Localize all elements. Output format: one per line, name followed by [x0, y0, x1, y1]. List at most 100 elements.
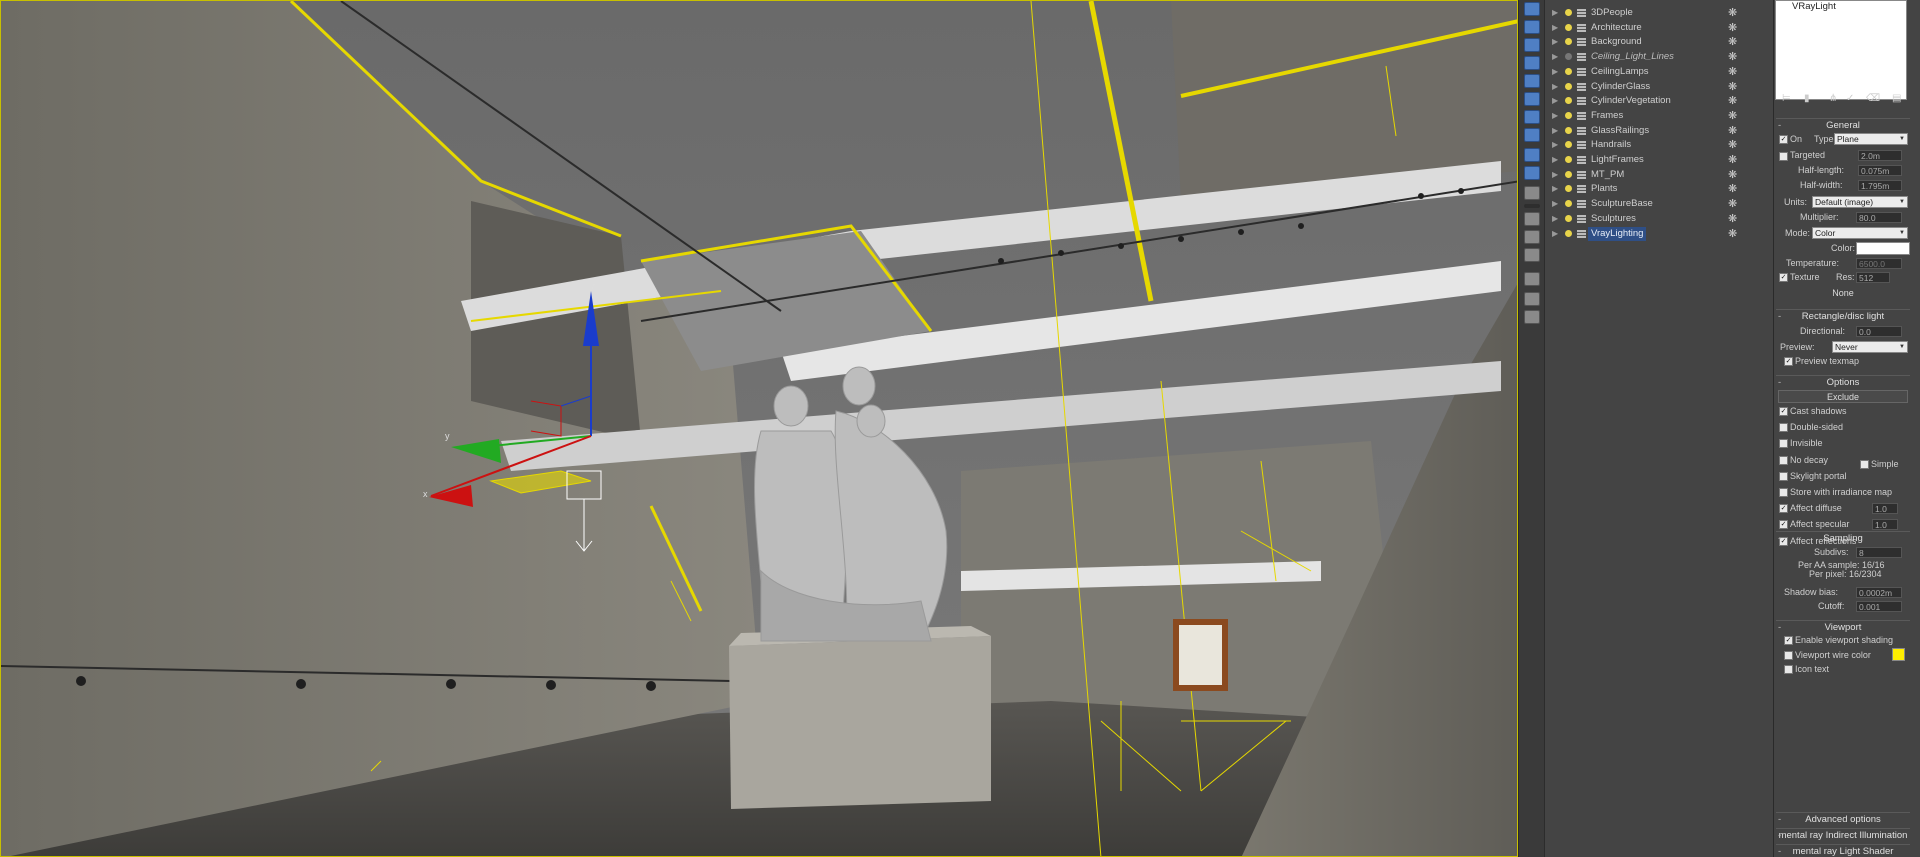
lightbulb-icon[interactable] — [1565, 82, 1572, 90]
expand-arrow-icon[interactable]: ▶ — [1552, 138, 1558, 153]
lightbulb-icon[interactable] — [1565, 141, 1572, 149]
viewport-wire-color-checkbox[interactable] — [1784, 651, 1793, 660]
option-checkbox[interactable] — [1779, 407, 1788, 416]
lightbulb-icon[interactable] — [1565, 214, 1572, 222]
layer-name[interactable]: LightFrames — [1591, 153, 1644, 168]
page-tool-icon[interactable] — [1524, 230, 1540, 244]
expand-arrow-icon[interactable]: ▶ — [1552, 153, 1558, 168]
object-list-item[interactable]: VRayLight — [1792, 1, 1836, 12]
freeze-snowflake-icon[interactable]: ❋ — [1728, 94, 1737, 109]
lightbulb-icon[interactable] — [1565, 111, 1572, 119]
type-dropdown[interactable]: Plane — [1834, 133, 1908, 145]
lightbulb-icon[interactable] — [1565, 200, 1572, 208]
viewport-scene[interactable]: x y z — [1, 1, 1518, 857]
hierarchy-tool-icon[interactable] — [1524, 74, 1540, 88]
icon-text-checkbox[interactable] — [1784, 665, 1793, 674]
lightbulb-icon[interactable] — [1565, 23, 1572, 31]
lightbulb-icon[interactable] — [1565, 170, 1572, 178]
options-header[interactable]: Options — [1776, 375, 1910, 389]
option-checkbox[interactable] — [1779, 520, 1788, 530]
freeze-snowflake-icon[interactable]: ❋ — [1728, 35, 1737, 50]
option-checkbox[interactable] — [1779, 455, 1788, 465]
expand-arrow-icon[interactable]: ▶ — [1552, 65, 1558, 80]
layer-name[interactable]: Handrails — [1591, 138, 1631, 153]
freeze-snowflake-icon[interactable]: ❋ — [1728, 50, 1737, 65]
multiplier-field[interactable]: 80.0 — [1856, 212, 1902, 223]
freeze-snowflake-icon[interactable]: ❋ — [1728, 153, 1737, 168]
perspective-viewport[interactable]: x y z — [0, 0, 1518, 857]
layer-name[interactable]: VrayLighting — [1588, 226, 1647, 242]
filter-layers-icon[interactable] — [1524, 292, 1540, 306]
layer-row[interactable]: ▶ Background ❋ — [1545, 35, 1774, 50]
option-checkbox[interactable] — [1779, 504, 1788, 514]
res-field[interactable]: 512 — [1856, 272, 1890, 283]
freeze-snowflake-icon[interactable]: ❋ — [1728, 124, 1737, 139]
freeze-snowflake-icon[interactable]: ❋ — [1728, 65, 1737, 80]
option-checkbox[interactable] — [1779, 471, 1788, 481]
shadow-bias-field[interactable]: 0.0002m — [1856, 587, 1902, 598]
preview-texmap-checkbox[interactable] — [1784, 357, 1793, 366]
layer-row[interactable]: ▶ Frames ❋ — [1545, 109, 1774, 124]
texture-checkbox[interactable] — [1779, 273, 1788, 282]
layer-name[interactable]: SculptureBase — [1591, 197, 1653, 212]
targeted-checkbox[interactable] — [1779, 152, 1788, 161]
unique-icon[interactable]: ✓ — [1846, 93, 1854, 104]
expand-arrow-icon[interactable]: ▶ — [1552, 6, 1558, 21]
list-tool-icon[interactable] — [1524, 248, 1540, 262]
option-checkbox[interactable] — [1779, 423, 1788, 433]
sync-tool-icon[interactable] — [1524, 166, 1540, 180]
expand-arrow-icon[interactable]: ▶ — [1552, 124, 1558, 139]
freeze-snowflake-icon[interactable]: ❋ — [1728, 182, 1737, 197]
layer-row[interactable]: ▶ Sculptures ❋ — [1545, 212, 1774, 227]
lightbulb-icon[interactable] — [1565, 156, 1572, 163]
expand-arrow-icon[interactable]: ▶ — [1552, 182, 1558, 197]
expand-arrow-icon[interactable]: ▶ — [1552, 212, 1558, 227]
expand-arrow-icon[interactable]: ▶ — [1552, 109, 1558, 124]
expand-arrow-icon[interactable]: ▶ — [1552, 168, 1558, 183]
layer-name[interactable]: Ceiling_Light_Lines — [1591, 50, 1674, 65]
layer-row[interactable]: ▶ Handrails ❋ — [1545, 138, 1774, 153]
expand-arrow-icon[interactable]: ▶ — [1552, 21, 1558, 36]
layer-row[interactable]: ▶ Architecture ❋ — [1545, 21, 1774, 36]
expand-arrow-icon[interactable]: ▶ — [1552, 35, 1558, 50]
freeze-snowflake-icon[interactable]: ❋ — [1728, 6, 1737, 21]
exclude-button[interactable]: Exclude — [1778, 390, 1908, 403]
group-tool-icon[interactable] — [1524, 128, 1540, 142]
layer-name[interactable]: MT_PM — [1591, 168, 1624, 183]
layer-row[interactable]: ▶ LightFrames ❋ — [1545, 153, 1774, 168]
layer-row[interactable]: ▶ MT_PM ❋ — [1545, 168, 1774, 183]
layer-name[interactable]: Frames — [1591, 109, 1623, 124]
directional-field[interactable]: 0.0 — [1856, 326, 1902, 337]
lightbulb-icon[interactable] — [1565, 53, 1572, 61]
layer-name[interactable]: Sculptures — [1591, 212, 1636, 227]
temperature-field[interactable]: 6500.0 — [1856, 258, 1902, 269]
freeze-snowflake-icon[interactable]: ❋ — [1728, 227, 1737, 242]
layer-row[interactable]: ▶ CylinderVegetation ❋ — [1545, 94, 1774, 109]
lightbulb-icon[interactable] — [1565, 126, 1572, 134]
object-list[interactable]: VRayLight — [1775, 0, 1907, 100]
mode-dropdown[interactable]: Color — [1812, 227, 1908, 239]
viewport-header[interactable]: Viewport — [1776, 620, 1910, 634]
funnel-icon[interactable] — [1524, 272, 1540, 286]
lightbulb-icon[interactable] — [1565, 9, 1572, 16]
general-header[interactable]: General — [1776, 118, 1910, 132]
document-tool-icon[interactable] — [1524, 212, 1540, 226]
freeze-snowflake-icon[interactable]: ❋ — [1728, 80, 1737, 95]
configure-icon[interactable]: ▤ — [1892, 93, 1901, 104]
layer-name[interactable]: CylinderGlass — [1591, 80, 1650, 95]
preview-dropdown[interactable]: Never — [1832, 341, 1908, 353]
layer-name[interactable]: Background — [1591, 35, 1642, 50]
layer-name[interactable]: 3DPeople — [1591, 6, 1633, 21]
stack-icon[interactable] — [1524, 310, 1540, 324]
remove-icon[interactable]: ⌫ — [1866, 93, 1880, 104]
display-tool-icon[interactable] — [1524, 20, 1540, 34]
expand-arrow-icon[interactable]: ▶ — [1552, 227, 1558, 242]
box-tool-icon[interactable] — [1524, 110, 1540, 124]
texture-map-button[interactable]: None — [1778, 287, 1908, 300]
modifier-icon[interactable]: ▮ — [1804, 93, 1810, 104]
rect-disc-header[interactable]: Rectangle/disc light — [1776, 309, 1910, 323]
freeze-snowflake-icon[interactable]: ❋ — [1728, 168, 1737, 183]
fork-icon[interactable]: ⋔ — [1829, 93, 1837, 104]
on-checkbox[interactable] — [1779, 135, 1788, 144]
expand-arrow-icon[interactable]: ▶ — [1552, 80, 1558, 95]
